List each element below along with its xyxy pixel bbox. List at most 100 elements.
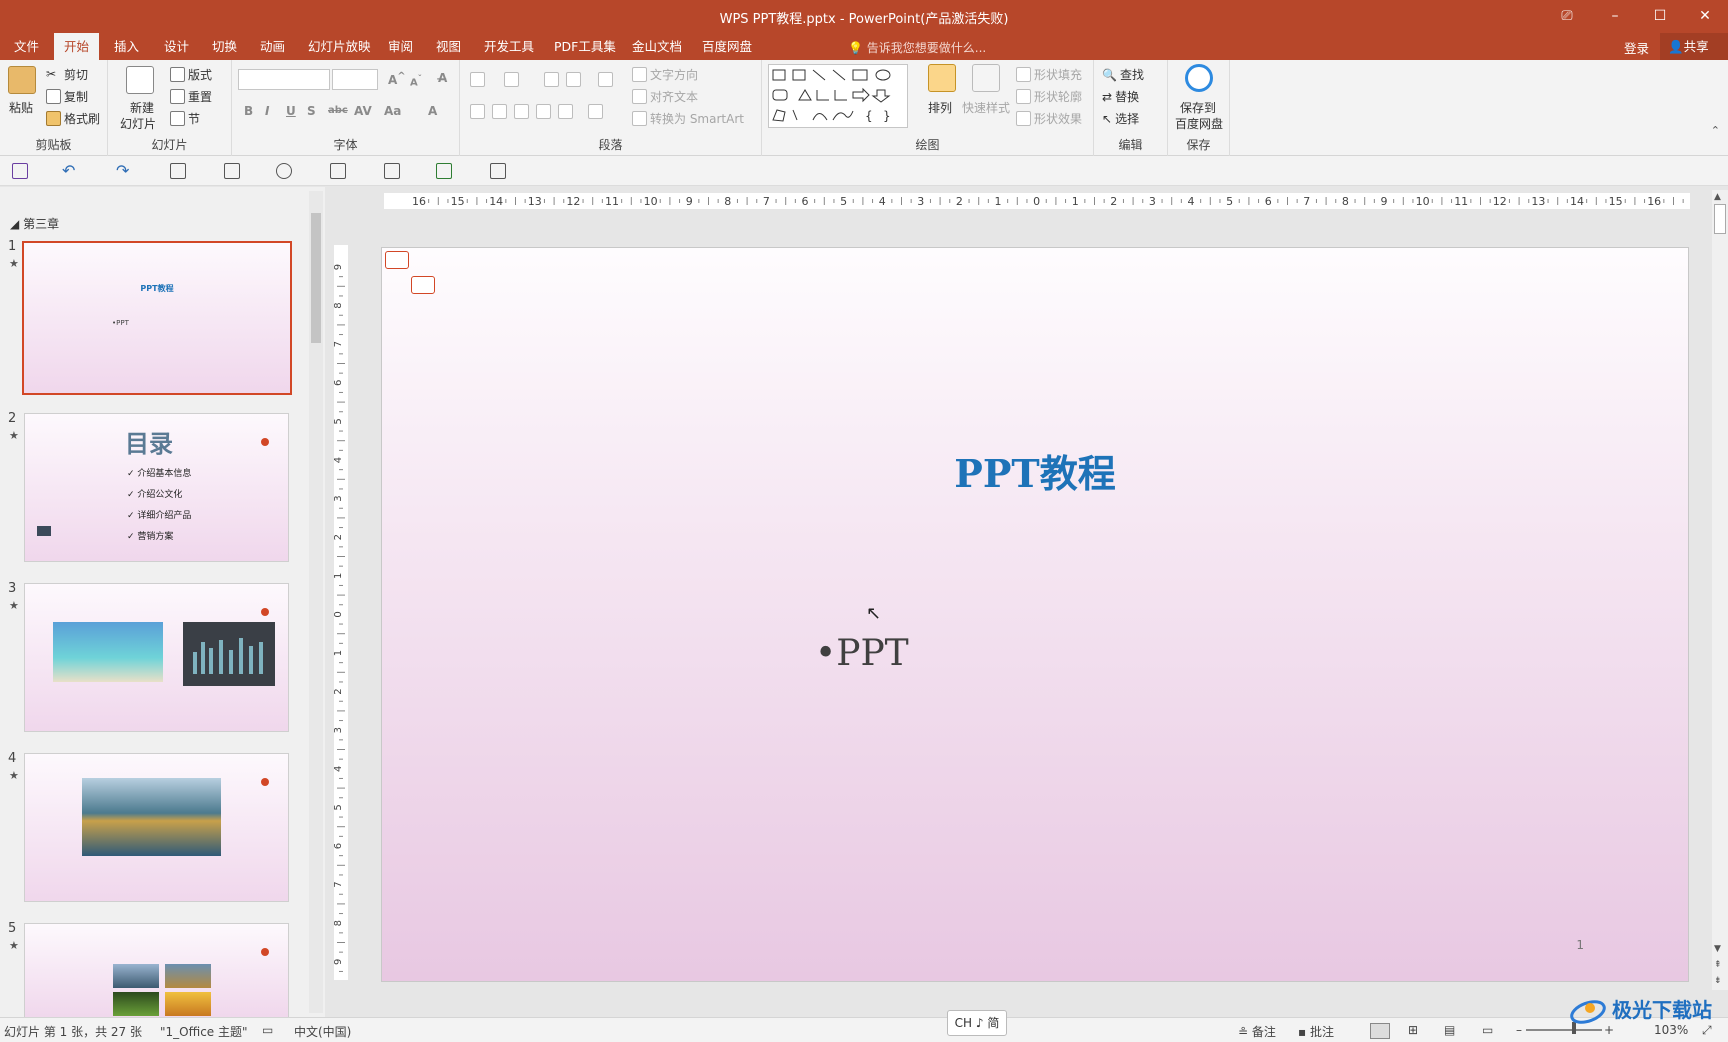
thumbnail-slide-2[interactable]: 目录 ✓ 介绍基本信息 ✓ 介绍公文化 ✓ 详细介绍产品 ✓ 营销方案: [24, 413, 289, 562]
share-qat-icon[interactable]: [436, 163, 452, 179]
previous-slide-icon[interactable]: ⇞: [1714, 960, 1722, 970]
slideshow-from-start-icon[interactable]: [276, 163, 292, 179]
tab-2[interactable]: 插入: [104, 33, 149, 60]
spell-check-icon[interactable]: ▭: [262, 1023, 273, 1037]
ime-indicator[interactable]: CH ♪ 简: [947, 1010, 1007, 1036]
tab-5[interactable]: 动画: [250, 33, 295, 60]
slide-title[interactable]: PPT教程: [382, 443, 1688, 498]
thumbnail-slide-4[interactable]: [24, 753, 289, 902]
comment-icon[interactable]: [411, 276, 435, 294]
arrange-icon[interactable]: [928, 64, 956, 92]
tab-1[interactable]: 开始: [54, 33, 100, 60]
distributed-icon[interactable]: [558, 104, 573, 119]
section-header[interactable]: ◢ 第三章: [10, 215, 59, 232]
shape-effects-button[interactable]: 形状效果: [1016, 110, 1082, 127]
collapse-ribbon-icon[interactable]: ⌃: [1711, 124, 1720, 137]
slide-bullet-text[interactable]: •PPT: [815, 633, 909, 674]
tab-8[interactable]: 视图: [426, 33, 471, 60]
thumbnail-slide-5[interactable]: [24, 923, 289, 1019]
align-text-button[interactable]: 对齐文本: [632, 88, 698, 105]
italic-icon[interactable]: I: [265, 104, 269, 118]
comments-button[interactable]: ▪ 批注: [1298, 1023, 1334, 1040]
section-button[interactable]: 节: [170, 110, 200, 127]
align-right-icon[interactable]: [514, 104, 529, 119]
arrange-button[interactable]: 排列: [928, 99, 952, 116]
save-to-label-1[interactable]: 保存到: [1180, 99, 1216, 116]
smartart-button[interactable]: 转换为 SmartArt: [632, 110, 744, 127]
format-painter-button[interactable]: 格式刷: [46, 110, 100, 127]
find-button[interactable]: 🔍 查找: [1102, 66, 1144, 83]
notes-button[interactable]: ≗ 备注: [1238, 1023, 1276, 1040]
font-color-icon[interactable]: A: [428, 104, 437, 118]
editor-scrollbar[interactable]: ▲ ▼ ⇞ ⇟: [1712, 190, 1728, 990]
paste-button[interactable]: 粘贴: [9, 99, 33, 116]
scrollbar-thumb[interactable]: [1714, 204, 1726, 234]
decrease-font-icon[interactable]: Aˇ: [410, 73, 422, 88]
thumbnail-slide-3[interactable]: [24, 583, 289, 732]
tab-7[interactable]: 审阅: [378, 33, 423, 60]
new-slide-icon[interactable]: [126, 66, 154, 94]
print-preview-icon[interactable]: [384, 163, 400, 179]
save-to-label-2[interactable]: 百度网盘: [1175, 115, 1223, 132]
new-slide-label-2[interactable]: 幻灯片: [120, 115, 156, 132]
new-slide-label-1[interactable]: 新建: [130, 99, 154, 116]
tab-11[interactable]: 金山文档: [622, 33, 692, 60]
tab-12[interactable]: 百度网盘: [692, 33, 762, 60]
redo-icon[interactable]: ↷: [116, 161, 129, 180]
scroll-up-icon[interactable]: ▲: [1714, 192, 1721, 202]
columns-icon[interactable]: [588, 104, 603, 119]
layout-button[interactable]: 版式: [170, 66, 212, 83]
zoom-out-icon[interactable]: –: [1516, 1023, 1522, 1037]
text-direction-button[interactable]: 文字方向: [632, 66, 698, 83]
change-case-icon[interactable]: Aa: [384, 104, 401, 118]
replace-button[interactable]: ⇄ 替换: [1102, 88, 1139, 105]
font-size-input[interactable]: [332, 69, 378, 90]
numbering-icon[interactable]: [504, 72, 519, 87]
normal-view-icon[interactable]: [1370, 1023, 1390, 1039]
strikethrough-icon[interactable]: abc: [328, 105, 348, 116]
bullets-icon[interactable]: [470, 72, 485, 87]
underline-icon[interactable]: U: [286, 104, 296, 118]
tab-3[interactable]: 设计: [154, 33, 199, 60]
copy-button[interactable]: 复制: [46, 88, 88, 105]
save-icon[interactable]: [12, 163, 28, 179]
slide-canvas[interactable]: PPT教程 •PPT 1 ↖: [381, 247, 1689, 982]
bold-icon[interactable]: B: [244, 104, 253, 118]
quick-styles-icon[interactable]: [972, 64, 1000, 92]
decrease-indent-icon[interactable]: [544, 72, 559, 87]
present-icon[interactable]: [330, 163, 346, 179]
reading-view-icon[interactable]: ▤: [1444, 1023, 1455, 1037]
undo-icon[interactable]: ↶: [62, 161, 75, 180]
baidu-cloud-icon[interactable]: [1185, 64, 1213, 92]
thumbnail-slide-1[interactable]: PPT教程 •PPT: [22, 241, 292, 395]
paste-icon[interactable]: [8, 66, 36, 94]
reset-button[interactable]: 重置: [170, 88, 212, 105]
maximize-button[interactable]: ☐: [1645, 5, 1675, 27]
align-left-icon[interactable]: [470, 104, 485, 119]
login-link[interactable]: 登录: [1624, 38, 1649, 57]
tab-4[interactable]: 切换: [202, 33, 247, 60]
tab-6[interactable]: 幻灯片放映: [298, 33, 381, 60]
language-label[interactable]: 中文(中国): [294, 1023, 351, 1040]
shapes-gallery[interactable]: {}: [768, 64, 908, 128]
cut-button[interactable]: ✂ 剪切: [46, 66, 88, 83]
shape-fill-button[interactable]: 形状填充: [1016, 66, 1082, 83]
close-button[interactable]: ✕: [1690, 5, 1720, 27]
quick-styles-button[interactable]: 快速样式: [962, 99, 1010, 116]
tell-me-search[interactable]: 💡 告诉我您想要做什么...: [848, 39, 986, 56]
line-spacing-icon[interactable]: [598, 72, 613, 87]
align-center-icon[interactable]: [492, 104, 507, 119]
thumbnail-scrollbar[interactable]: [309, 191, 323, 1013]
increase-indent-icon[interactable]: [566, 72, 581, 87]
next-slide-icon[interactable]: ⇟: [1714, 976, 1722, 986]
comment-icon[interactable]: [385, 251, 409, 269]
scroll-down-icon[interactable]: ▼: [1714, 944, 1721, 954]
font-name-input[interactable]: [238, 69, 330, 90]
scrollbar-thumb[interactable]: [311, 213, 321, 343]
minimize-button[interactable]: –: [1600, 5, 1630, 27]
ribbon-display-options-icon[interactable]: ⎚: [1552, 5, 1582, 27]
export-icon[interactable]: [490, 163, 506, 179]
tab-9[interactable]: 开发工具: [474, 33, 544, 60]
clear-formatting-icon[interactable]: A̶: [438, 71, 447, 85]
justify-icon[interactable]: [536, 104, 551, 119]
